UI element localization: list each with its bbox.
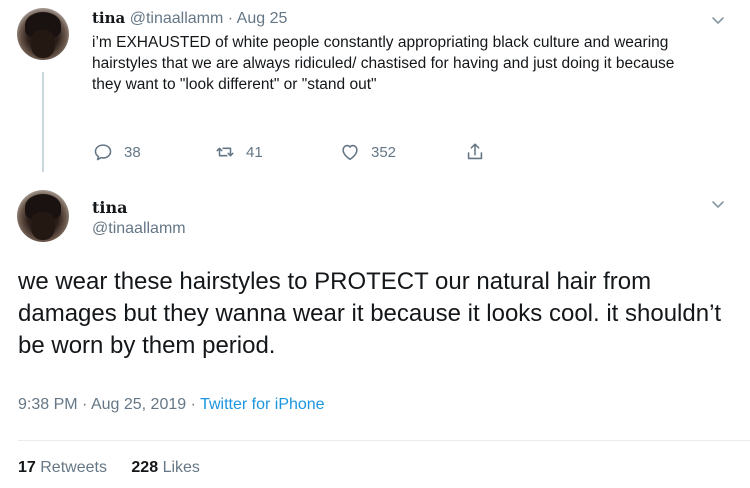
user-name[interactable]: tina — [92, 9, 125, 27]
tweet-header: tina @tinaallamm · Aug 25 — [92, 8, 287, 29]
retweet-count: 41 — [246, 143, 263, 161]
like-button[interactable]: 352 — [339, 140, 396, 164]
thread-connector-line — [42, 72, 44, 172]
chevron-down-icon[interactable] — [710, 12, 726, 28]
tweet-date[interactable]: Aug 25 — [237, 10, 288, 27]
retweets-label: Retweets — [40, 459, 107, 476]
reply-button[interactable]: 38 — [92, 140, 141, 164]
like-count: 352 — [371, 143, 397, 161]
likes-stat[interactable]: 228 Likes — [131, 459, 200, 476]
meta-separator: · — [190, 396, 196, 413]
tweet-stats: 17 Retweets 228 Likes — [18, 459, 220, 477]
retweets-stat[interactable]: 17 Retweets — [18, 459, 107, 476]
user-handle[interactable]: @tinaallamm — [92, 220, 186, 238]
share-button[interactable] — [464, 140, 496, 164]
retweets-count: 17 — [18, 459, 36, 476]
meta-separator: · — [82, 396, 88, 413]
likes-count: 228 — [131, 459, 159, 476]
tweet-text: we wear these hairstyles to PROTECT our … — [18, 268, 722, 359]
divider — [18, 440, 750, 441]
user-name[interactable]: tina — [92, 198, 127, 217]
reply-icon — [94, 144, 112, 161]
reply-count: 38 — [124, 143, 141, 161]
tweet-time[interactable]: 9:38 PM — [18, 396, 78, 413]
avatar[interactable] — [17, 8, 69, 60]
retweet-icon — [216, 147, 234, 157]
retweet-button[interactable]: 41 — [214, 140, 263, 164]
tweet-text: i’m EXHAUSTED of white people constantly… — [92, 34, 675, 93]
chevron-down-icon[interactable] — [710, 196, 726, 212]
user-handle[interactable]: @tinaallamm — [130, 10, 224, 27]
avatar[interactable] — [17, 190, 69, 242]
tweet-meta: 9:38 PM · Aug 25, 2019 · Twitter for iPh… — [18, 396, 325, 414]
tweet-date[interactable]: Aug 25, 2019 — [91, 396, 186, 413]
header-separator: · — [227, 10, 234, 27]
share-icon — [467, 143, 483, 160]
likes-label: Likes — [162, 459, 200, 476]
heart-icon — [342, 144, 358, 161]
tweet-source-link[interactable]: Twitter for iPhone — [200, 396, 325, 413]
